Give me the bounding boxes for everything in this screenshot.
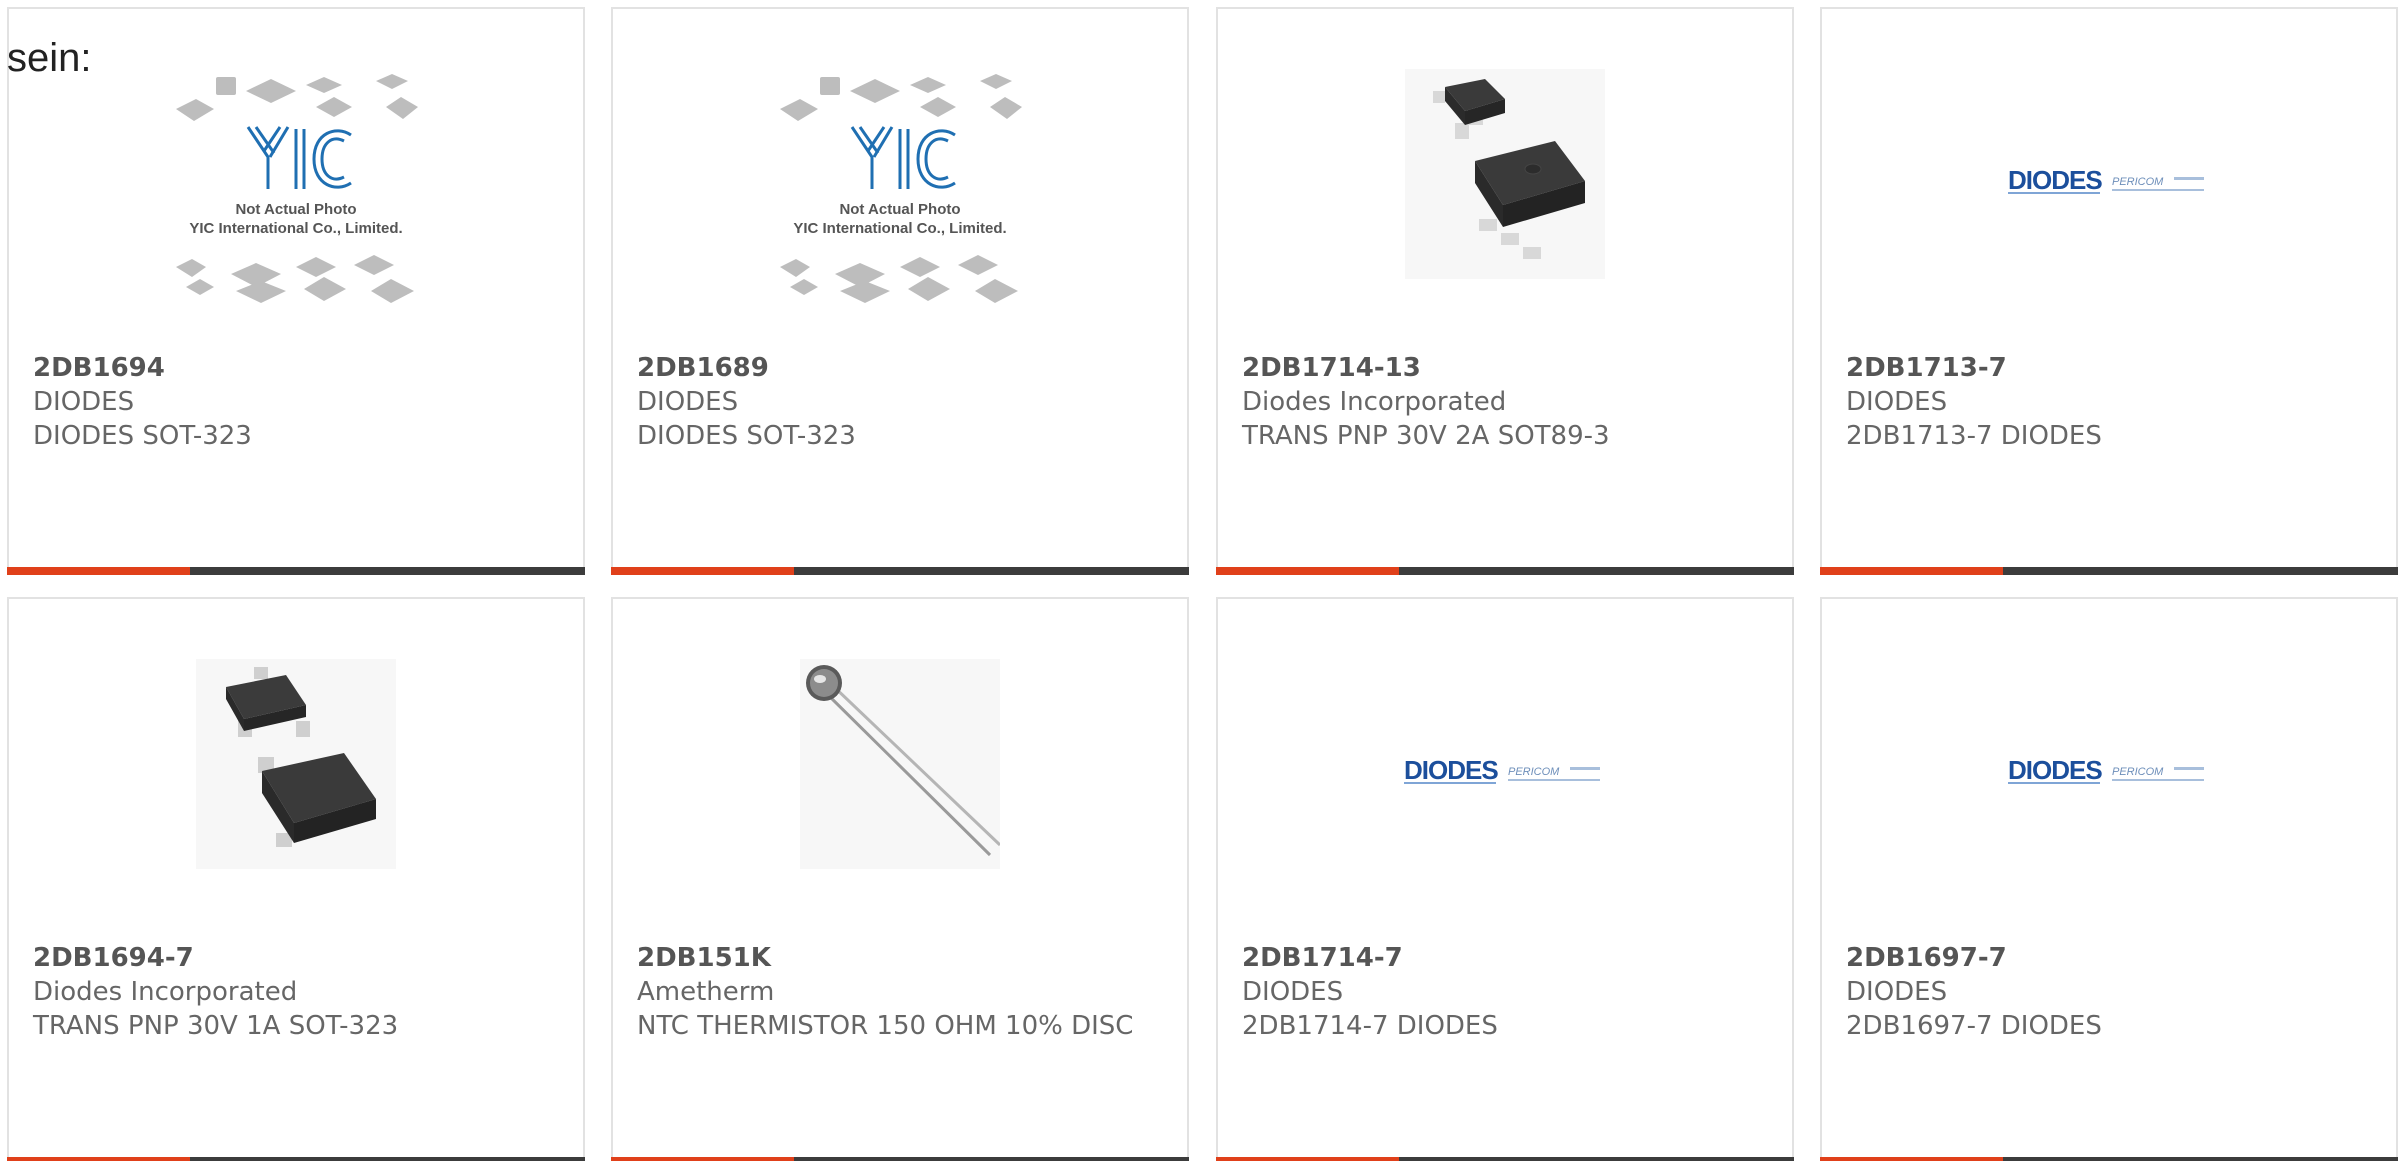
part-number[interactable]: 2DB151K <box>637 941 1163 975</box>
product-info: 2DB1714-13 Diodes Incorporated TRANS PNP… <box>1242 351 1768 453</box>
page: sein: Not Actual Photo YIC International… <box>0 0 2400 1161</box>
description: TRANS PNP 30V 1A SOT-323 <box>33 1011 399 1041</box>
product-card[interactable]: 2DB151K Ametherm NTC THERMISTOR 150 OHM … <box>611 597 1189 1161</box>
description: TRANS PNP 30V 2A SOT89-3 <box>1242 421 1610 451</box>
product-card[interactable]: DIODES PERICOM 2DB1714-7 DIODES 2DB1714-… <box>1216 597 1794 1161</box>
card-accent-bar <box>7 567 190 575</box>
card-accent-bar <box>1216 1157 1399 1161</box>
logo-main-text: DIODES <box>2008 755 2102 785</box>
lead-text: sein: <box>7 36 92 80</box>
card-bottom-bar <box>1820 567 2398 575</box>
yic-placeholder-image: Not Actual Photo YIC International Co., … <box>176 74 418 303</box>
product-image[interactable] <box>613 659 1187 929</box>
product-image[interactable]: DIODES PERICOM <box>1822 69 2396 339</box>
part-number[interactable]: 2DB1697-7 <box>1846 941 2372 975</box>
part-number[interactable]: 2DB1694-7 <box>33 941 559 975</box>
card-accent-bar <box>1216 567 1399 575</box>
placeholder-caption-1: Not Actual Photo <box>839 201 960 218</box>
thermistor-disc-image <box>800 659 1000 869</box>
manufacturer: Ametherm <box>637 977 775 1007</box>
logo-secondary-text: PERICOM <box>2112 176 2164 188</box>
manufacturer: DIODES <box>1846 977 1948 1007</box>
product-card[interactable]: 2DB1714-13 Diodes Incorporated TRANS PNP… <box>1216 7 1794 575</box>
part-number[interactable]: 2DB1713-7 <box>1846 351 2372 385</box>
sot323-package-image <box>196 659 396 869</box>
manufacturer: DIODES <box>1846 387 1948 417</box>
product-info: 2DB1694-7 Diodes Incorporated TRANS PNP … <box>33 941 559 1043</box>
yic-placeholder-image: Not Actual Photo YIC International Co., … <box>780 74 1022 303</box>
product-card[interactable]: DIODES PERICOM 2DB1697-7 DIODES 2DB1697-… <box>1820 597 2398 1161</box>
product-info: 2DB1713-7 DIODES 2DB1713-7 DIODES <box>1846 351 2372 453</box>
card-bottom-bar <box>611 567 1189 575</box>
product-info: 2DB1714-7 DIODES 2DB1714-7 DIODES <box>1242 941 1768 1043</box>
logo-main-text: DIODES <box>2008 165 2102 195</box>
card-bottom-bar <box>7 567 585 575</box>
card-bottom-bar <box>1216 1157 1794 1161</box>
description: DIODES SOT-323 <box>637 421 856 451</box>
product-card[interactable]: 2DB1694-7 Diodes Incorporated TRANS PNP … <box>7 597 585 1161</box>
description: 2DB1697-7 DIODES <box>1846 1011 2102 1041</box>
card-accent-bar <box>1820 567 2003 575</box>
sot89-package-image <box>1405 69 1605 279</box>
product-card[interactable]: Not Actual Photo YIC International Co., … <box>7 7 585 575</box>
card-bottom-bar <box>1216 567 1794 575</box>
product-image[interactable]: DIODES PERICOM <box>1822 659 2396 929</box>
description: 2DB1713-7 DIODES <box>1846 421 2102 451</box>
placeholder-caption-2: YIC International Co., Limited. <box>189 220 402 237</box>
card-accent-bar <box>611 1157 794 1161</box>
part-number[interactable]: 2DB1689 <box>637 351 1163 385</box>
placeholder-caption-2: YIC International Co., Limited. <box>793 220 1006 237</box>
manufacturer: Diodes Incorporated <box>1242 387 1507 417</box>
product-info: 2DB1697-7 DIODES 2DB1697-7 DIODES <box>1846 941 2372 1043</box>
diodes-pericom-logo: DIODES PERICOM <box>2008 755 2204 785</box>
product-image[interactable]: DIODES PERICOM <box>1218 659 1792 929</box>
card-bottom-bar <box>611 1157 1189 1161</box>
product-card[interactable]: DIODES PERICOM 2DB1713-7 DIODES 2DB1713-… <box>1820 7 2398 575</box>
card-bottom-bar <box>1820 1157 2398 1161</box>
description: NTC THERMISTOR 150 OHM 10% DISC <box>637 1011 1134 1041</box>
part-number[interactable]: 2DB1714-7 <box>1242 941 1768 975</box>
part-number[interactable]: 2DB1694 <box>33 351 559 385</box>
manufacturer: Diodes Incorporated <box>33 977 298 1007</box>
product-image[interactable] <box>1218 69 1792 339</box>
manufacturer: DIODES <box>33 387 135 417</box>
placeholder-caption-1: Not Actual Photo <box>235 201 356 218</box>
manufacturer: DIODES <box>637 387 739 417</box>
card-bottom-bar <box>7 1157 585 1161</box>
product-info: 2DB151K Ametherm NTC THERMISTOR 150 OHM … <box>637 941 1163 1043</box>
logo-secondary-text: PERICOM <box>1508 766 1560 778</box>
logo-main-text: DIODES <box>1404 755 1498 785</box>
product-info: 2DB1689 DIODES DIODES SOT-323 <box>637 351 1163 453</box>
part-number[interactable]: 2DB1714-13 <box>1242 351 1768 385</box>
product-image[interactable]: Not Actual Photo YIC International Co., … <box>613 69 1187 339</box>
description: DIODES SOT-323 <box>33 421 252 451</box>
diodes-pericom-logo: DIODES PERICOM <box>1404 755 1600 785</box>
diodes-pericom-logo: DIODES PERICOM <box>2008 165 2204 195</box>
product-image[interactable] <box>9 659 583 929</box>
card-accent-bar <box>1820 1157 2003 1161</box>
logo-secondary-text: PERICOM <box>2112 766 2164 778</box>
description: 2DB1714-7 DIODES <box>1242 1011 1498 1041</box>
product-image[interactable]: Not Actual Photo YIC International Co., … <box>9 69 583 339</box>
product-card[interactable]: Not Actual Photo YIC International Co., … <box>611 7 1189 575</box>
manufacturer: DIODES <box>1242 977 1344 1007</box>
product-info: 2DB1694 DIODES DIODES SOT-323 <box>33 351 559 453</box>
card-accent-bar <box>611 567 794 575</box>
card-accent-bar <box>7 1157 190 1161</box>
